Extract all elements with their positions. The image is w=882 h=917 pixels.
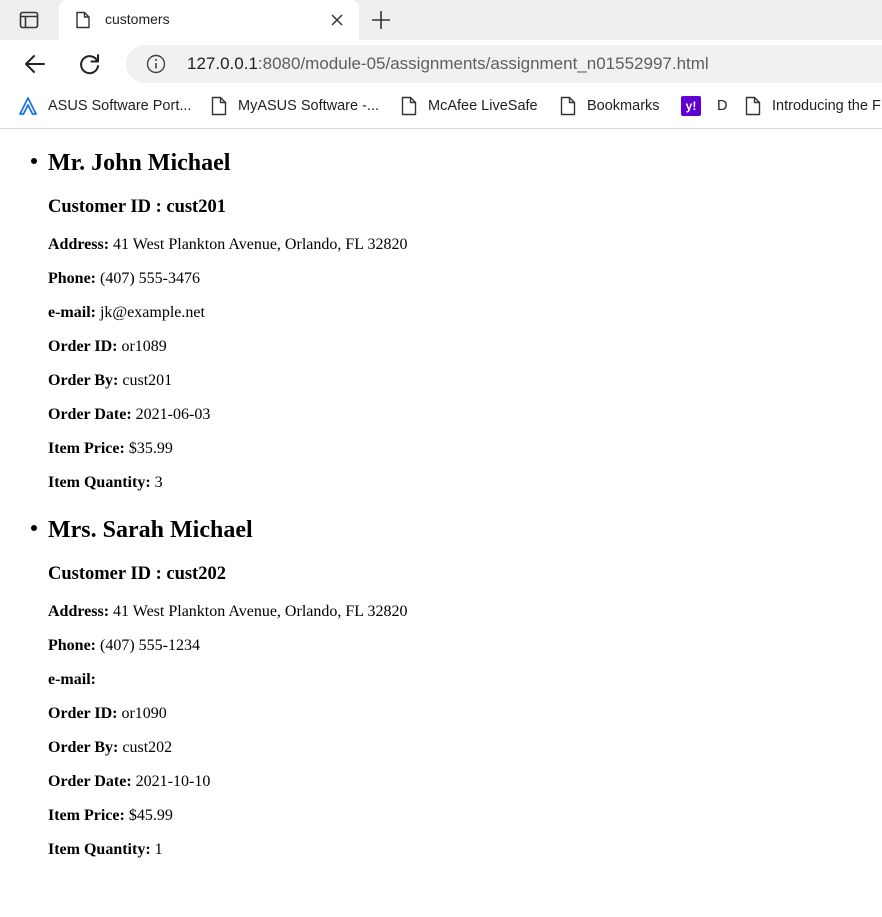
field-label: Address:	[48, 236, 110, 253]
field-value: 1	[150, 841, 163, 858]
item-quantity-field: Item Quantity: 1	[48, 829, 882, 863]
page-icon	[401, 96, 417, 116]
tab-customers[interactable]: customers	[59, 0, 359, 40]
address-bar[interactable]: 127.0.0.1:8080/module-05/assignments/ass…	[126, 45, 882, 83]
reload-button[interactable]	[77, 51, 103, 77]
field-value: jk@example.net	[95, 304, 205, 321]
phone-field: Phone: (407) 555-3476	[48, 258, 882, 292]
item-price-field: Item Price: $35.99	[48, 428, 882, 462]
field-label: e-mail:	[48, 304, 96, 321]
field-label: Phone:	[48, 637, 96, 654]
page-icon	[745, 96, 761, 116]
toolbar: 127.0.0.1:8080/module-05/assignments/ass…	[0, 40, 882, 88]
back-arrow-icon	[25, 55, 45, 73]
bookmark-label: MyASUS Software -...	[238, 98, 380, 114]
back-button[interactable]	[22, 51, 48, 77]
bookmark-asus[interactable]: ASUS Software Port...	[18, 88, 191, 124]
order-date-field: Order Date: 2021-10-10	[48, 761, 882, 795]
field-value: (407) 555-3476	[96, 270, 200, 287]
reload-icon	[80, 54, 99, 75]
new-tab-button[interactable]	[369, 8, 393, 32]
customer-item: Mrs. Sarah Michael Customer ID : cust202…	[31, 496, 882, 863]
customer-list: Mr. John Michael Customer ID : cust201 A…	[0, 129, 882, 863]
bookmark-bookmarks[interactable]: Bookmarks	[559, 88, 660, 124]
field-value: cust202	[118, 739, 173, 756]
customer-name: Mr. John Michael	[48, 150, 231, 176]
order-id-field: Order ID: or1090	[48, 693, 882, 727]
page-icon	[211, 96, 227, 116]
customer-item: Mr. John Michael Customer ID : cust201 A…	[31, 129, 882, 496]
asus-icon	[19, 97, 37, 115]
address-field: Address: 41 West Plankton Avenue, Orland…	[48, 224, 882, 258]
bookmark-label: McAfee LiveSafe	[428, 98, 538, 114]
field-value: 3	[150, 474, 163, 491]
bookmark-label: Introducing the F	[772, 98, 881, 114]
address-field: Address: 41 West Plankton Avenue, Orland…	[48, 591, 882, 625]
field-label: Order Date:	[48, 406, 132, 423]
tab-title: customers	[105, 11, 170, 27]
field-label: Order Date:	[48, 773, 132, 790]
bookmark-yahoo[interactable]: y! D	[681, 88, 727, 124]
customer-id: Customer ID : cust201	[48, 197, 226, 217]
bookmark-introducing[interactable]: Introducing the F	[744, 88, 881, 124]
page-icon	[75, 11, 91, 29]
field-value: 2021-10-10	[131, 773, 211, 790]
page-content: Mr. John Michael Customer ID : cust201 A…	[0, 129, 882, 917]
order-by-field: Order By: cust202	[48, 727, 882, 761]
bookmark-label: ASUS Software Port...	[48, 98, 192, 114]
field-value: $35.99	[124, 440, 173, 457]
item-quantity-field: Item Quantity: 3	[48, 462, 882, 496]
field-label: e-mail:	[48, 671, 96, 688]
yahoo-icon: y!	[681, 96, 701, 116]
email-field: e-mail: jk@example.net	[48, 292, 882, 326]
field-value: 41 West Plankton Avenue, Orlando, FL 328…	[109, 236, 408, 253]
field-label: Address:	[48, 603, 110, 620]
bookmarks-bar: ASUS Software Port... MyASUS Software -.…	[0, 88, 882, 129]
field-value: 41 West Plankton Avenue, Orlando, FL 328…	[109, 603, 408, 620]
field-value: 2021-06-03	[131, 406, 211, 423]
customer-id: Customer ID : cust202	[48, 564, 226, 584]
field-label: Item Quantity:	[48, 841, 151, 858]
tab-actions-icon[interactable]	[14, 9, 44, 31]
field-value: cust201	[118, 372, 173, 389]
field-label: Item Quantity:	[48, 474, 151, 491]
field-value: or1089	[117, 338, 167, 355]
field-value: or1090	[117, 705, 167, 722]
field-label: Order By:	[48, 739, 119, 756]
field-label: Order ID:	[48, 338, 118, 355]
field-value: (407) 555-1234	[96, 637, 200, 654]
list-bullet	[31, 525, 37, 531]
bookmark-mcafee[interactable]: McAfee LiveSafe	[400, 88, 538, 124]
url-path: :8080/module-05/assignments/assignment_n…	[257, 54, 709, 73]
bookmark-label: D	[717, 98, 728, 114]
page-icon	[560, 96, 576, 116]
field-label: Order ID:	[48, 705, 118, 722]
phone-field: Phone: (407) 555-1234	[48, 625, 882, 659]
bookmark-myasus[interactable]: MyASUS Software -...	[210, 88, 379, 124]
url-text[interactable]: 127.0.0.1:8080/module-05/assignments/ass…	[187, 54, 709, 74]
url-host: 127.0.0.1	[187, 54, 258, 73]
item-price-field: Item Price: $45.99	[48, 795, 882, 829]
close-icon[interactable]	[329, 12, 345, 28]
order-id-field: Order ID: or1089	[48, 326, 882, 360]
bookmark-label: Bookmarks	[587, 98, 660, 114]
field-value: $45.99	[124, 807, 173, 824]
customer-name: Mrs. Sarah Michael	[48, 517, 253, 543]
order-by-field: Order By: cust201	[48, 360, 882, 394]
field-label: Item Price:	[48, 807, 125, 824]
order-date-field: Order Date: 2021-06-03	[48, 394, 882, 428]
info-icon[interactable]	[146, 54, 166, 74]
field-label: Item Price:	[48, 440, 125, 457]
email-field: e-mail:	[48, 659, 882, 693]
field-label: Phone:	[48, 270, 96, 287]
list-bullet	[31, 158, 37, 164]
tab-strip: customers	[0, 0, 882, 40]
field-label: Order By:	[48, 372, 119, 389]
